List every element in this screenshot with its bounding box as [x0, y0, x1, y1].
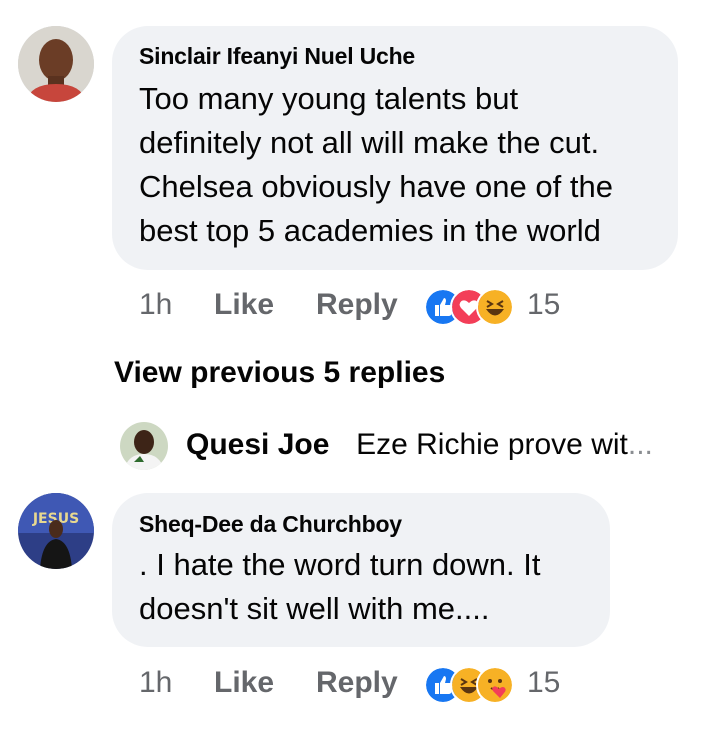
person-photo-icon — [18, 26, 94, 102]
reaction-count[interactable]: 15 — [527, 288, 560, 322]
comment-author[interactable]: Sinclair Ifeanyi Nuel Uche — [139, 43, 415, 70]
comment-line: doesn't sit well with me.... — [139, 591, 490, 626]
reaction-summary[interactable] — [424, 288, 520, 326]
comment-line: best top 5 academies in the world — [139, 213, 601, 248]
avatar[interactable]: JESUS — [18, 493, 94, 569]
reply-text: Eze Richie prove wit — [356, 428, 628, 461]
comment-author[interactable]: Sheq-Dee da Churchboy — [139, 511, 402, 538]
like-button[interactable]: Like — [214, 666, 274, 700]
comment-text: Too many young talents but definitely no… — [139, 77, 669, 253]
reaction-summary[interactable] — [424, 666, 520, 704]
comment-time: 1h — [139, 288, 173, 321]
comment-time: 1h — [139, 666, 173, 699]
reply-button[interactable]: Reply — [316, 288, 398, 322]
comment-line: definitely not all will make the cut. — [139, 125, 600, 160]
care-icon — [476, 666, 514, 704]
avatar[interactable] — [18, 26, 94, 102]
reply-ellipsis: ... — [627, 428, 653, 461]
comment-line: Chelsea obviously have one of the — [139, 169, 613, 204]
reply-button[interactable]: Reply — [316, 666, 398, 700]
view-previous-replies-link[interactable]: View previous 5 replies — [114, 356, 445, 390]
person-photo-icon — [120, 422, 168, 470]
like-button[interactable]: Like — [214, 288, 274, 322]
reply-author[interactable]: Quesi Joe — [186, 428, 329, 461]
avatar[interactable] — [120, 422, 168, 470]
comment-line: Too many young talents but — [139, 81, 519, 116]
reply-preview[interactable]: Quesi Joe Eze Richie prove wit... — [186, 428, 653, 462]
person-photo-icon: JESUS — [18, 493, 94, 569]
comment-text: . I hate the word turn down. It doesn't … — [139, 543, 599, 631]
comment-line: . I hate the word turn down. It — [139, 547, 541, 582]
haha-icon — [476, 288, 514, 326]
reaction-count[interactable]: 15 — [527, 666, 560, 700]
